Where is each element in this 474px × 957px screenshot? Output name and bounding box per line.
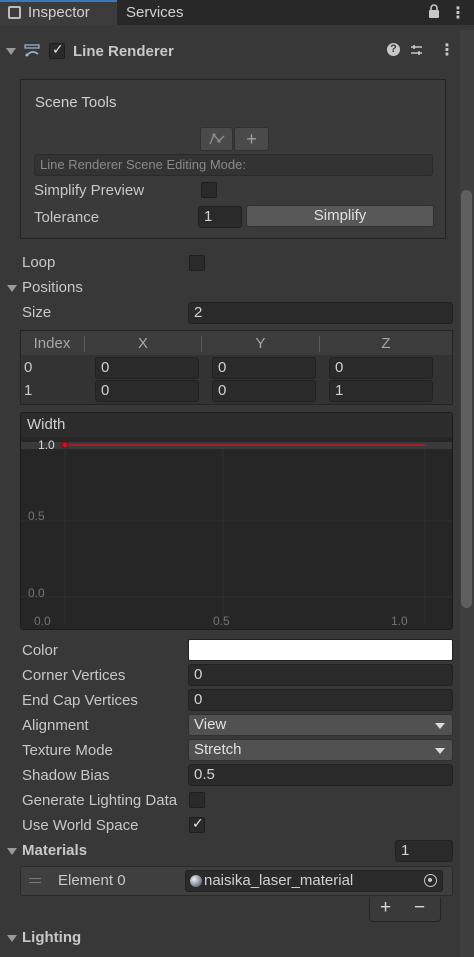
scene-editing-mode-field: Line Renderer Scene Editing Mode:	[34, 154, 433, 176]
width-curve-editor[interactable]: Width 1.0 0.5 0.0 0.0 0.5 1.0	[20, 412, 453, 630]
drag-handle-icon[interactable]	[29, 878, 41, 883]
materials-foldout-icon[interactable]	[7, 848, 17, 855]
material-element-row: Element 0 naisika_laser_material	[20, 866, 453, 896]
preset-icon[interactable]	[410, 44, 423, 61]
size-input[interactable]: 2	[188, 302, 453, 324]
checkmark-icon: ✓	[52, 41, 64, 57]
row-index: 1	[24, 382, 33, 399]
size-label: Size	[22, 304, 52, 321]
alignment-dropdown[interactable]: View	[188, 714, 453, 736]
chevron-down-icon	[435, 748, 445, 754]
positions-label[interactable]: Positions	[22, 278, 83, 298]
position-x-input[interactable]: 0	[95, 380, 199, 402]
simplify-button[interactable]: Simplify	[246, 205, 434, 227]
y-tick-label: 0.5	[28, 509, 45, 523]
shadow-bias-input[interactable]: 0.5	[188, 764, 453, 786]
plus-icon: +	[246, 129, 257, 149]
position-x-input[interactable]: 0	[95, 357, 199, 379]
texture-mode-dropdown[interactable]: Stretch	[188, 739, 453, 761]
generate-lighting-data-label: Generate Lighting Data	[22, 792, 178, 809]
width-curve-graph[interactable]	[21, 437, 453, 630]
loop-label: Loop	[22, 254, 56, 271]
tab-menu-icon[interactable]: ⋮	[450, 3, 466, 23]
material-sphere-icon	[190, 875, 202, 887]
use-world-space-checkbox[interactable]: ✓	[189, 815, 205, 833]
use-world-space-label: Use World Space	[22, 817, 139, 834]
x-tick-label: 0.5	[213, 614, 230, 628]
width-curve-title: Width	[21, 413, 452, 437]
position-z-input[interactable]: 1	[329, 380, 433, 402]
texture-mode-label: Texture Mode	[22, 742, 113, 759]
scrollbar-thumb[interactable]	[461, 190, 472, 608]
remove-element-button[interactable]: −	[414, 897, 425, 919]
component-title: Line Renderer	[73, 43, 174, 60]
column-x: X	[137, 335, 148, 352]
tab-inspector[interactable]: Inspector	[0, 0, 117, 25]
element-0-label: Element 0	[58, 872, 126, 889]
positions-table-header: Index X Y Z	[20, 330, 453, 356]
x-tick-label: 0.0	[34, 614, 51, 628]
tab-services[interactable]: Services	[126, 0, 236, 25]
services-tab-label: Services	[126, 4, 184, 21]
row-index: 0	[24, 359, 33, 376]
help-icon[interactable]: ?	[387, 43, 400, 56]
inspector-tab-label: Inspector	[28, 4, 90, 21]
column-y: Y	[255, 335, 266, 352]
tolerance-label: Tolerance	[34, 209, 100, 226]
table-row: 1 0 0 1	[21, 380, 452, 404]
lock-icon[interactable]	[428, 4, 440, 19]
materials-label[interactable]: Materials	[22, 841, 87, 861]
positions-foldout-icon[interactable]	[7, 285, 17, 292]
scene-tools-title: Scene Tools	[35, 94, 117, 111]
position-y-input[interactable]: 0	[212, 357, 316, 379]
checkmark-icon: ✓	[192, 815, 204, 831]
column-index: Index	[33, 335, 71, 352]
edit-points-button[interactable]	[200, 127, 233, 151]
simplify-preview-label: Simplify Preview	[34, 182, 145, 199]
material-object-field[interactable]: naisika_laser_material	[185, 870, 443, 892]
simplify-preview-checkbox[interactable]	[201, 182, 217, 198]
corner-vertices-input[interactable]: 0	[188, 664, 453, 686]
position-y-input[interactable]: 0	[212, 380, 316, 402]
y-tick-label: 0.0	[28, 586, 45, 600]
scene-tools-panel: Scene Tools + Line Renderer Scene Editin…	[20, 79, 446, 239]
position-z-input[interactable]: 0	[329, 357, 433, 379]
loop-checkbox[interactable]	[189, 255, 205, 271]
column-z: Z	[381, 335, 391, 352]
texture-mode-value: Stretch	[194, 741, 242, 758]
tolerance-input[interactable]: 1	[198, 206, 242, 228]
color-field[interactable]	[188, 639, 453, 661]
component-enabled-checkbox[interactable]: ✓	[49, 41, 65, 59]
line-renderer-icon	[24, 43, 40, 63]
corner-vertices-label: Corner Vertices	[22, 667, 126, 684]
curve-grid	[21, 445, 452, 623]
add-element-button[interactable]: +	[380, 897, 391, 919]
component-menu-icon[interactable]: ⋮	[439, 40, 455, 60]
component-header[interactable]: ✓ Line Renderer ? ⋮	[0, 38, 460, 66]
inspector-tab-icon	[8, 6, 21, 19]
lighting-label[interactable]: Lighting	[22, 928, 81, 948]
table-row: 0 0 0 0	[21, 356, 452, 380]
alignment-value: View	[194, 716, 227, 733]
chevron-down-icon	[435, 723, 445, 729]
alignment-label: Alignment	[22, 717, 89, 734]
tab-bar: Inspector Services ⋮	[0, 0, 474, 25]
positions-table-body: 0 0 0 0 1 0 0 1	[20, 355, 453, 405]
material-name: naisika_laser_material	[204, 872, 354, 889]
curve-keyframe[interactable]	[61, 441, 69, 449]
shadow-bias-label: Shadow Bias	[22, 767, 110, 784]
color-label: Color	[22, 642, 58, 659]
add-point-button[interactable]: +	[234, 127, 269, 151]
x-tick-label: 1.0	[391, 614, 408, 628]
y-tick-label: 1.0	[38, 438, 55, 452]
lighting-foldout-icon[interactable]	[7, 935, 17, 942]
end-cap-vertices-input[interactable]: 0	[188, 689, 453, 711]
object-picker-icon[interactable]	[424, 874, 437, 887]
list-footer: + −	[369, 897, 441, 922]
materials-count-input[interactable]: 1	[395, 840, 453, 862]
end-cap-vertices-label: End Cap Vertices	[22, 692, 138, 709]
component-foldout-icon[interactable]	[6, 48, 16, 55]
edit-points-icon	[208, 133, 225, 145]
generate-lighting-data-checkbox[interactable]	[189, 792, 205, 808]
